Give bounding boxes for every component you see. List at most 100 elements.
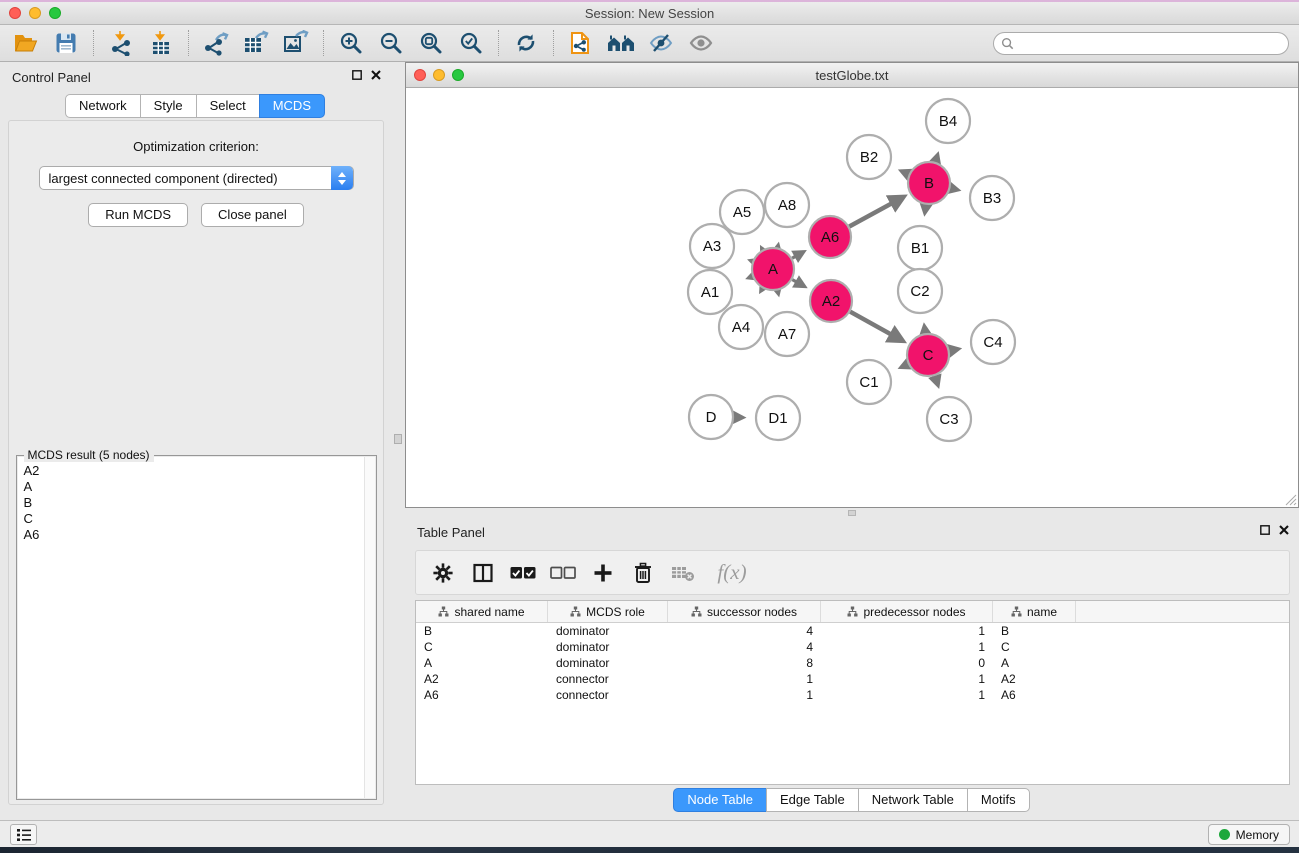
zoom-out-button[interactable] — [371, 28, 411, 58]
first-neighbors-button[interactable] — [601, 28, 641, 58]
table-row[interactable]: Adominator80A — [416, 655, 1289, 671]
close-panel-icon[interactable] — [371, 70, 381, 80]
create-column-button[interactable] — [590, 558, 616, 588]
table-cell[interactable]: dominator — [548, 640, 668, 654]
table-cell[interactable]: A2 — [993, 672, 1076, 686]
column-header-predecessor-nodes[interactable]: predecessor nodes — [821, 601, 993, 622]
import-network-button[interactable] — [101, 28, 141, 58]
table-cell[interactable]: 1 — [668, 688, 821, 702]
tab-select[interactable]: Select — [196, 94, 260, 118]
edge-B-B4[interactable] — [935, 155, 937, 163]
table-cell[interactable]: connector — [548, 672, 668, 686]
table-cell[interactable]: 4 — [668, 640, 821, 654]
edge-C-C3[interactable] — [935, 376, 938, 386]
edge-A2-C[interactable] — [850, 312, 903, 341]
tab-mcds[interactable]: MCDS — [259, 94, 325, 118]
run-mcds-button[interactable]: Run MCDS — [88, 203, 188, 227]
table-cell[interactable]: 1 — [668, 672, 821, 686]
split-divider-horizontal[interactable] — [405, 508, 1299, 517]
mcds-result-list[interactable]: A2ABCA6 — [18, 457, 375, 798]
open-session-button[interactable] — [6, 28, 46, 58]
column-header-name[interactable]: name — [993, 601, 1076, 622]
table-row[interactable]: A2connector11A2 — [416, 671, 1289, 687]
result-list-item[interactable]: A — [24, 479, 375, 495]
tab-motifs[interactable]: Motifs — [967, 788, 1030, 812]
edge-C-C4[interactable] — [950, 349, 959, 351]
table-cell[interactable]: A2 — [416, 672, 548, 686]
close-panel-icon[interactable] — [1279, 525, 1289, 535]
table-row[interactable]: A6connector11A6 — [416, 687, 1289, 703]
tab-style[interactable]: Style — [140, 94, 197, 118]
table-cell[interactable]: 0 — [821, 656, 993, 670]
edge-A6-B[interactable] — [849, 197, 903, 227]
tab-node-table[interactable]: Node Table — [673, 788, 767, 812]
refresh-view-button[interactable] — [506, 28, 546, 58]
column-header-successor-nodes[interactable]: successor nodes — [668, 601, 821, 622]
table-cell[interactable]: 1 — [821, 640, 993, 654]
select-all-button[interactable] — [510, 558, 536, 588]
table-cell[interactable]: 8 — [668, 656, 821, 670]
edge-B-B2[interactable] — [901, 171, 909, 174]
import-table-button[interactable] — [141, 28, 181, 58]
edge-A-A1[interactable] — [749, 277, 753, 278]
result-list-item[interactable]: A2 — [24, 463, 375, 479]
table-cell[interactable]: C — [993, 640, 1076, 654]
result-list-item[interactable]: C — [24, 511, 375, 527]
result-list-item[interactable]: B — [24, 495, 375, 511]
edge-A-A7[interactable] — [778, 291, 779, 294]
tab-network[interactable]: Network — [65, 94, 141, 118]
function-builder-button[interactable]: f(x) — [710, 558, 754, 588]
edge-A-A4[interactable] — [761, 288, 763, 291]
table-cell[interactable]: connector — [548, 688, 668, 702]
table-row[interactable]: Cdominator41C — [416, 639, 1289, 655]
zoom-in-button[interactable] — [331, 28, 371, 58]
divider-grip[interactable] — [848, 510, 856, 516]
hide-selected-button[interactable] — [641, 28, 681, 58]
table-cell[interactable]: C — [416, 640, 548, 654]
column-header-shared-name[interactable]: shared name — [416, 601, 548, 622]
new-network-from-selection-button[interactable] — [561, 28, 601, 58]
edge-A-A6[interactable] — [792, 252, 804, 259]
table-cell[interactable]: A — [993, 656, 1076, 670]
zoom-selected-button[interactable] — [451, 28, 491, 58]
export-image-button[interactable] — [276, 28, 316, 58]
close-panel-button[interactable]: Close panel — [201, 203, 304, 227]
column-header-MCDS-role[interactable]: MCDS role — [548, 601, 668, 622]
search-input[interactable] — [1018, 35, 1288, 53]
table-cell[interactable]: dominator — [548, 656, 668, 670]
edge-B-B3[interactable] — [950, 188, 958, 190]
node-table[interactable]: shared nameMCDS rolesuccessor nodesprede… — [415, 600, 1290, 785]
table-settings-button[interactable] — [430, 558, 456, 588]
table-cell[interactable]: dominator — [548, 624, 668, 638]
optimization-criterion-select[interactable]: largest connected component (directed) — [39, 166, 354, 190]
main-titlebar[interactable]: Session: New Session — [0, 2, 1299, 25]
table-row[interactable]: Bdominator41B — [416, 623, 1289, 639]
edge-A-A2[interactable] — [792, 280, 804, 287]
zoom-fit-button[interactable] — [411, 28, 451, 58]
edge-A-A3[interactable] — [750, 261, 752, 262]
delete-table-button[interactable] — [670, 558, 696, 588]
table-cell[interactable]: 1 — [821, 624, 993, 638]
edge-C-C2[interactable] — [924, 326, 925, 334]
table-cell[interactable]: B — [993, 624, 1076, 638]
divider-grip[interactable] — [394, 434, 402, 444]
save-session-button[interactable] — [46, 28, 86, 58]
edge-A-A8[interactable] — [778, 245, 779, 247]
edge-B-B1[interactable] — [925, 205, 926, 214]
float-panel-icon[interactable] — [352, 70, 362, 80]
table-cell[interactable]: A6 — [993, 688, 1076, 702]
table-cell[interactable]: A — [416, 656, 548, 670]
tab-network-table[interactable]: Network Table — [858, 788, 968, 812]
show-all-button[interactable] — [681, 28, 721, 58]
memory-button[interactable]: Memory — [1208, 824, 1290, 845]
export-table-button[interactable] — [236, 28, 276, 58]
network-canvas[interactable]: AA1A2A3A4A5A6A7A8BB1B2B3B4CC1C2C3C4DD1 — [406, 88, 1298, 507]
edge-A-A5[interactable] — [762, 248, 763, 250]
task-history-button[interactable] — [10, 824, 37, 845]
tab-edge-table[interactable]: Edge Table — [766, 788, 859, 812]
table-cell[interactable]: 1 — [821, 672, 993, 686]
table-cell[interactable]: 4 — [668, 624, 821, 638]
split-divider-vertical[interactable] — [391, 62, 405, 820]
deselect-all-button[interactable] — [550, 558, 576, 588]
delete-columns-button[interactable] — [630, 558, 656, 588]
